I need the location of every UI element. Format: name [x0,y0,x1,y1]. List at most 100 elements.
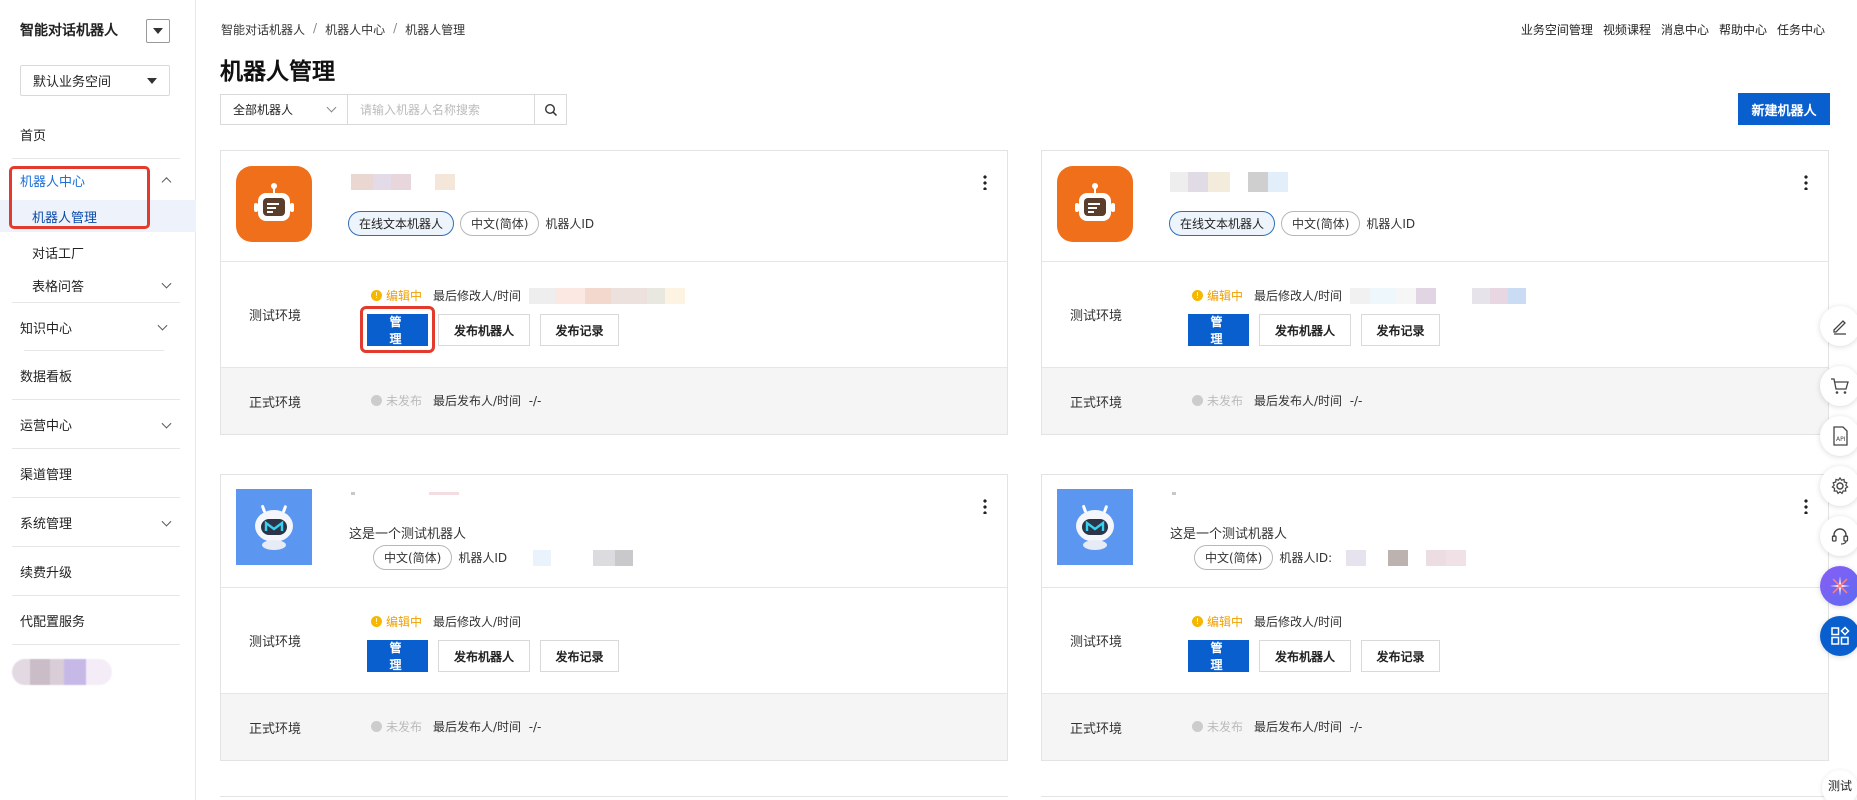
last-modified-info: 最后修改人/时间 [433,287,686,304]
chevron-down-icon [161,516,172,527]
unpublished-status: 未发布 [1192,718,1243,735]
sidebar-item-label: 知识中心 [20,321,73,337]
last-modified-info: 最后修改人/时间 [1254,287,1527,304]
sidebar-item-config-service[interactable]: 代配置服务 [0,596,196,645]
publish-robot-button[interactable]: 发布机器人 [438,314,530,346]
headset-icon [1831,528,1849,545]
robot-language-tag: 中文(简体) [460,211,540,236]
workspace-select-value: 默认业务空间 [33,75,112,90]
status-text: 未发布 [1207,720,1244,734]
last-modified-value [529,287,686,304]
production-environment-row: 正式环境 未发布 最后发布人/时间 -/- [1042,368,1828,434]
search-button[interactable] [535,94,567,125]
robot-type-select-value: 全部机器人 [233,103,294,117]
sidebar-item-label: 运营中心 [20,419,73,434]
link-help[interactable]: 帮助中心 [1719,21,1767,38]
top-links: 业务空间管理 视频课程 消息中心 帮助中心 任务中心 [1521,21,1825,38]
new-robot-button[interactable]: 新建机器人 [1738,93,1830,125]
publish-robot-button[interactable]: 发布机器人 [1259,314,1351,346]
publish-records-button[interactable]: 发布记录 [540,314,619,346]
status-dot-icon [371,721,382,732]
sidebar-item-home[interactable]: 首页 [0,110,196,159]
breadcrumb-separator: / [313,21,318,35]
robot-card: 这是一个测试机器人 中文(简体) 机器人ID 测试环境 ! 编辑中 最后修改人/时… [220,474,1008,761]
user-avatar[interactable] [12,659,112,685]
test-environment-row: 测试环境 ! 编辑中 最后修改人/时间 管 理 发布机器人 发布记录 [221,588,1007,694]
sidebar-item-robot-management[interactable]: 机器人管理 [0,200,196,232]
sidebar-item-label: 对话工厂 [32,246,85,262]
more-options-icon[interactable] [1804,498,1808,514]
sidebar-item-channels[interactable]: 渠道管理 [0,449,196,498]
link-workspace-management[interactable]: 业务空间管理 [1521,21,1593,38]
sidebar-item-label: 首页 [20,129,47,144]
last-modified-info: 最后修改人/时间 [1254,613,1342,630]
apps-float-button[interactable] [1820,616,1857,656]
manage-button[interactable]: 管 理 [367,640,428,672]
robot-language-tag: 中文(简体) [1281,211,1361,236]
sidebar-item-operations[interactable]: 运营中心 [0,400,196,449]
test-env-label: 测试环境 [249,309,302,324]
robot-head-icon [1076,504,1114,550]
publish-records-button[interactable]: 发布记录 [1361,314,1440,346]
link-messages[interactable]: 消息中心 [1661,21,1709,38]
ai-assistant-float-button[interactable] [1820,566,1857,606]
robot-type-select[interactable]: 全部机器人 [220,94,347,125]
sidebar-item-label: 续费升级 [20,566,73,581]
publish-robot-button[interactable]: 发布机器人 [1259,640,1351,672]
cart-float-button[interactable] [1820,366,1857,406]
edit-float-button[interactable] [1820,306,1857,346]
settings-float-button[interactable] [1820,466,1857,506]
robot-type-tag: 在线文本机器人 [348,211,455,236]
robot-head-icon [255,504,293,550]
sidebar-item-system[interactable]: 系统管理 [0,498,196,547]
last-published-label: 最后发布人/时间 [433,394,522,408]
status-text: 编辑中 [386,615,423,629]
robot-id-value [513,549,634,566]
breadcrumb-item[interactable]: 智能对话机器人 [221,21,305,38]
sidebar-item-renewal[interactable]: 续费升级 [0,547,196,596]
manage-button[interactable]: 管 理 [1188,314,1249,346]
unpublished-status: 未发布 [371,718,422,735]
sidebar-item-dashboard[interactable]: 数据看板 [0,351,196,400]
robot-language-tag: 中文(简体) [1194,545,1274,570]
sidebar-item-knowledge[interactable]: 知识中心 [12,302,180,351]
search-input[interactable] [347,94,535,125]
sidebar-item-dialog-factory[interactable]: 对话工厂 [0,236,196,268]
manage-button[interactable]: 管 理 [1188,640,1249,672]
sidebar-collapse-button[interactable] [146,19,170,43]
more-options-icon[interactable] [983,174,987,190]
robot-card-header: 这是一个测试机器人 中文(简体) 机器人ID [221,475,1007,588]
api-doc-float-button[interactable]: API [1820,416,1857,456]
unpublished-status: 未发布 [371,392,422,409]
test-float-button[interactable]: 测试 [1822,770,1857,800]
breadcrumb-separator: / [393,21,398,35]
breadcrumb-item[interactable]: 机器人中心 [325,21,385,38]
robot-language-tag: 中文(简体) [373,545,453,570]
last-published-label: 最后发布人/时间 [433,720,522,734]
link-video-courses[interactable]: 视频课程 [1603,21,1651,38]
more-options-icon[interactable] [1804,174,1808,190]
chevron-down-icon [161,418,172,429]
robot-icon [1075,183,1115,221]
test-env-actions: 管 理 发布机器人 发布记录 [367,640,619,672]
annotation-highlight-box [360,306,435,353]
support-float-button[interactable] [1820,516,1857,556]
publish-records-button[interactable]: 发布记录 [540,640,619,672]
publish-records-button[interactable]: 发布记录 [1361,640,1440,672]
robot-name [351,174,455,190]
sidebar-item-label: 机器人中心 [20,174,86,190]
sidebar-item-robot-center[interactable]: 机器人中心 [0,160,196,200]
prod-env-label: 正式环境 [249,396,302,411]
warning-icon: ! [371,290,382,301]
sidebar-item-table-qa[interactable]: 表格问答 [0,268,196,302]
publish-robot-button[interactable]: 发布机器人 [438,640,530,672]
gear-icon [1831,476,1849,495]
more-options-icon[interactable] [983,498,987,514]
chevron-up-icon [161,177,172,188]
robot-card: 在线文本机器人 中文(简体) 机器人ID 测试环境 ! 编辑中 最后修改人/时间 … [220,150,1008,435]
link-tasks[interactable]: 任务中心 [1777,21,1825,38]
last-published-info: 最后发布人/时间 -/- [1254,392,1362,409]
robot-avatar [1057,166,1133,242]
warning-icon: ! [1192,616,1203,627]
workspace-select[interactable]: 默认业务空间 [20,65,170,96]
